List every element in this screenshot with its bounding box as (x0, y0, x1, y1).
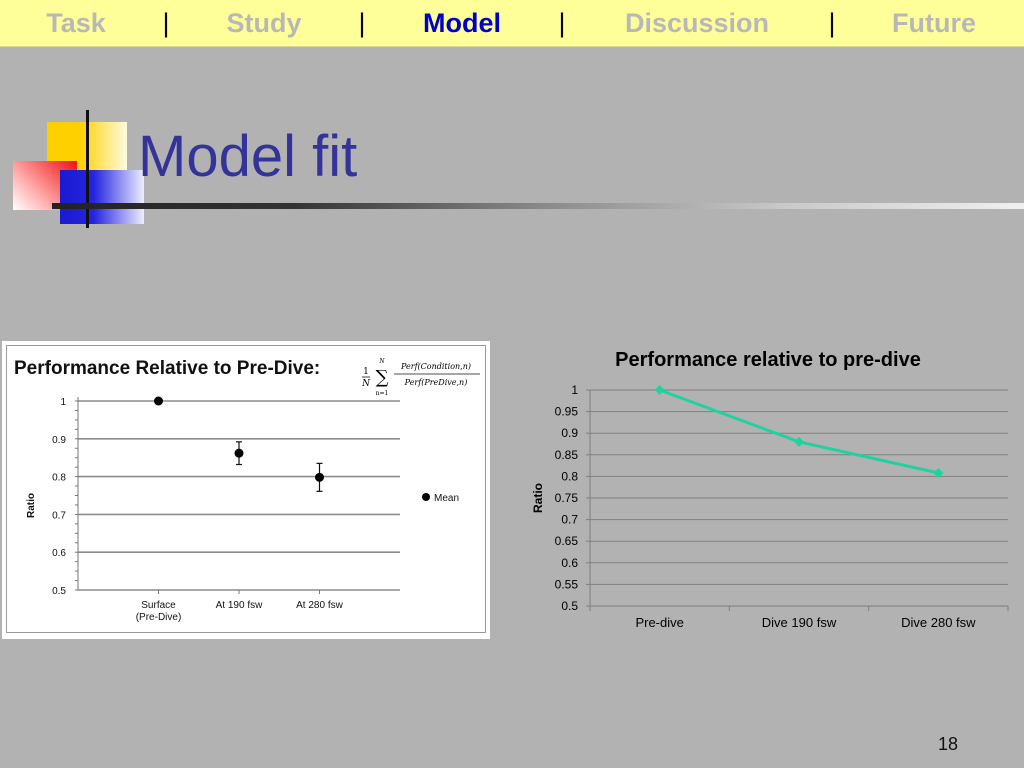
x-tick-label: Surface (141, 600, 176, 611)
nav-separator: | (358, 8, 366, 38)
y-tick-label: 1 (571, 383, 578, 397)
data-point (315, 472, 324, 482)
blue-square (60, 170, 144, 224)
y-tick-label: 0.75 (555, 491, 579, 505)
embedded-error-bar-chart: Performance Relative to Pre-Dive: 1 N N … (2, 341, 490, 639)
y-tick-label: 0.9 (561, 426, 578, 440)
y-tick-label: 0.9 (52, 435, 66, 446)
title-underline-rule (52, 203, 1024, 209)
x-tick-label: At 190 fsw (216, 600, 263, 611)
nav-separator: | (162, 8, 170, 38)
top-navigation-bar: Task | Study | Model | Discussion | Futu… (0, 0, 1024, 47)
y-tick-label: 0.8 (52, 473, 66, 484)
chart-1-plot: 0.5 0.6 0.7 0.8 0.9 1 Surface(Pre-Dive) At 190 … (26, 396, 459, 623)
y-tick-label: 0.7 (52, 510, 66, 521)
y-tick-label: 0.8 (561, 469, 578, 483)
vertical-rule (86, 110, 89, 228)
data-point-diamond (654, 385, 665, 395)
y-axis-label: Ratio (26, 493, 37, 518)
nav-item-task[interactable]: Task (46, 7, 106, 39)
data-point-diamond (794, 436, 804, 447)
data-point (234, 448, 244, 458)
nav-item-discussion[interactable]: Discussion (625, 7, 769, 39)
x-tick-label: Pre-dive (635, 615, 683, 630)
chart-2-line-plot: Performance relative to pre-dive 0.5 0.55 0… (531, 349, 1009, 630)
y-tick-label: 1 (60, 397, 66, 408)
legend-label: Mean (434, 493, 459, 504)
nav-item-model[interactable]: Model (423, 7, 501, 39)
x-tick-label: Dive 190 fsw (762, 615, 837, 630)
x-tick-label: (Pre-Dive) (136, 612, 182, 623)
page-number: 18 (938, 734, 959, 754)
x-tick-label: Dive 280 fsw (901, 615, 976, 630)
nav-separator: | (828, 8, 836, 38)
y-tick-label: 0.95 (555, 405, 579, 419)
legend-marker (422, 493, 430, 501)
chart-title: Performance relative to pre-dive (615, 349, 921, 371)
y-tick-label: 0.65 (555, 534, 579, 548)
y-tick-label: 0.5 (561, 599, 578, 613)
y-tick-label: 0.7 (561, 513, 578, 527)
x-tick-label: At 280 fsw (296, 600, 343, 611)
slide-title: Model fit (138, 124, 358, 189)
data-point (154, 396, 163, 406)
nav-item-future[interactable]: Future (892, 7, 976, 39)
y-tick-label: 0.85 (555, 448, 579, 462)
y-tick-label: 0.6 (561, 556, 578, 570)
y-axis-label: Ratio (531, 483, 545, 513)
nav-item-study[interactable]: Study (226, 7, 301, 39)
y-tick-label: 0.6 (52, 548, 66, 559)
y-tick-label: 0.5 (52, 586, 66, 597)
y-tick-label: 0.55 (555, 577, 579, 591)
series-line (659, 388, 939, 475)
nav-separator: | (558, 8, 566, 38)
